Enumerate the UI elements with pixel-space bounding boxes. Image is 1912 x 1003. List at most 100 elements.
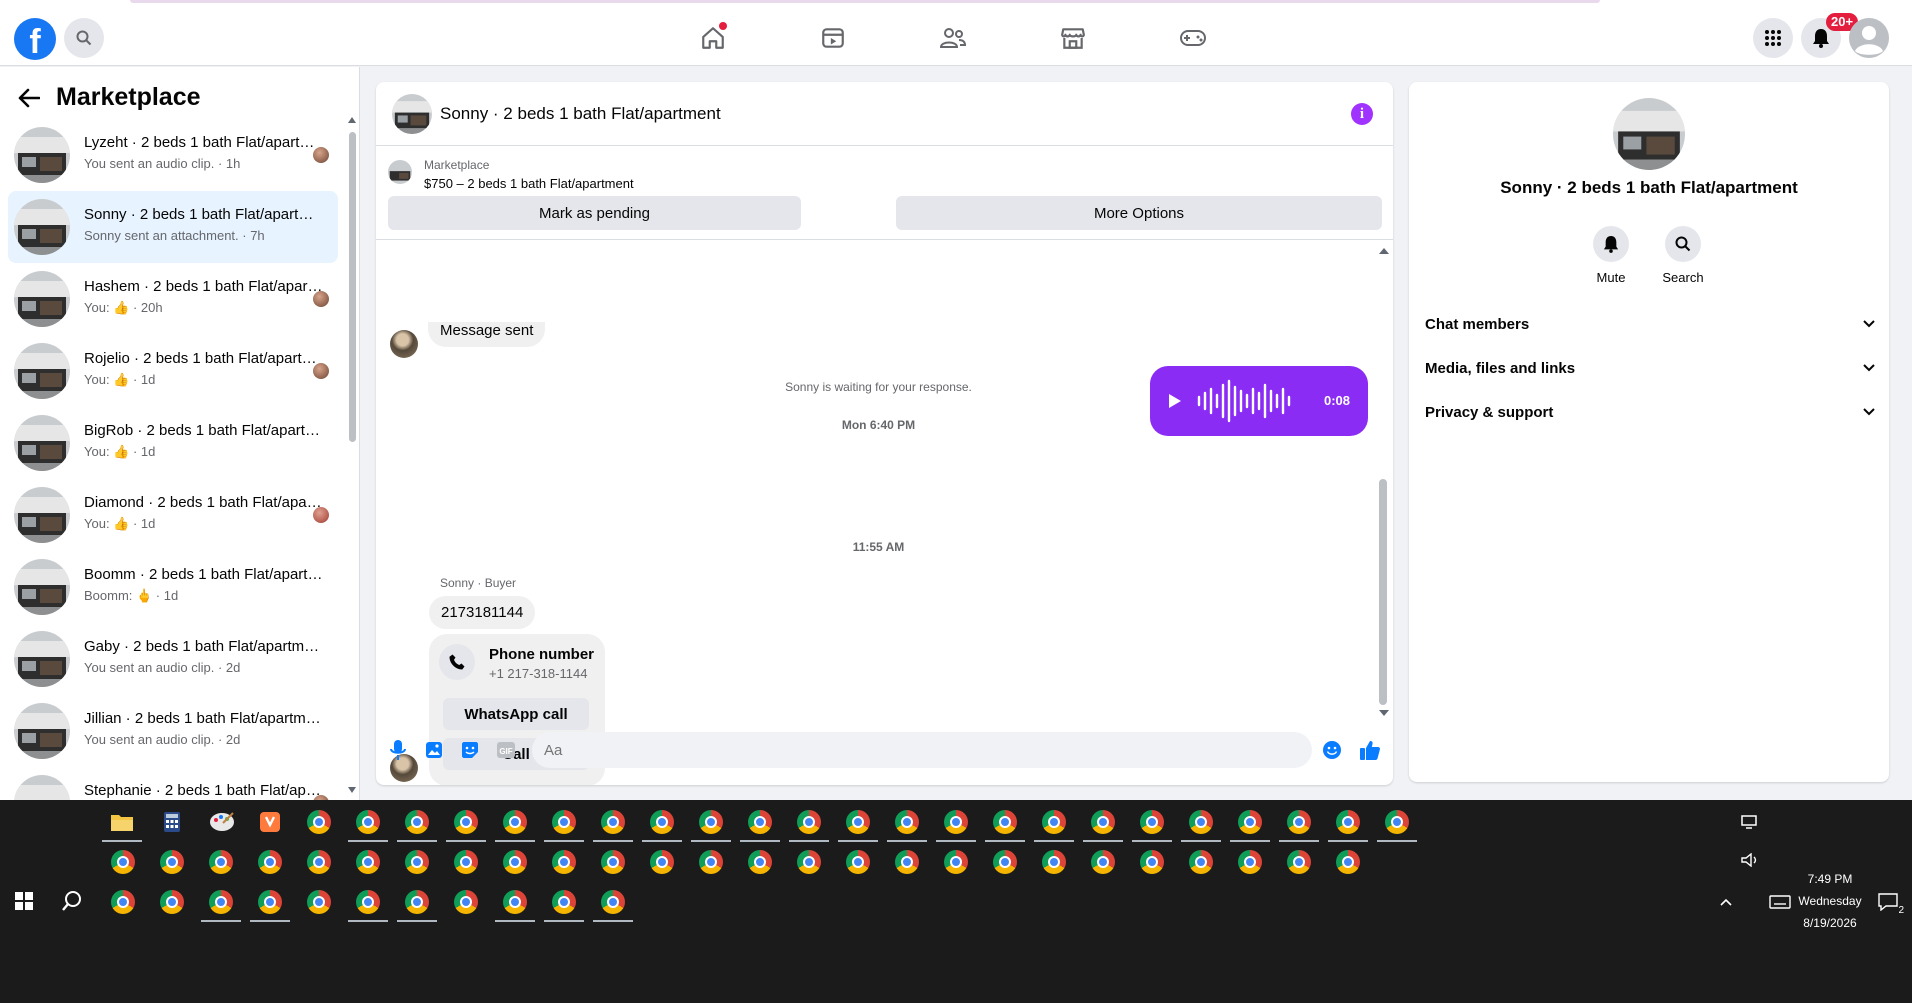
- facebook-logo[interactable]: f: [14, 18, 56, 60]
- chrome-taskbar-icon[interactable]: [401, 846, 433, 878]
- chrome-taskbar-icon[interactable]: [1230, 806, 1270, 842]
- conversation-item[interactable]: Lyzeht · 2 beds 1 bath Flat/apartment Yo…: [8, 119, 338, 191]
- show-hidden-icons-button[interactable]: [1710, 886, 1742, 918]
- chrome-taskbar-icon[interactable]: [597, 846, 629, 878]
- chrome-taskbar-icon[interactable]: [1083, 806, 1123, 842]
- chrome-taskbar-icon[interactable]: [450, 886, 482, 918]
- start-button[interactable]: [8, 885, 40, 917]
- conversation-item-active[interactable]: Sonny · 2 beds 1 bath Flat/apartment Son…: [8, 191, 338, 263]
- search-action[interactable]: Search: [1653, 226, 1713, 285]
- chrome-taskbar-icon[interactable]: [1328, 806, 1368, 842]
- chrome-taskbar-icon[interactable]: [1332, 846, 1364, 878]
- chat-listing-thumbnail[interactable]: [392, 94, 432, 134]
- attach-photo-button[interactable]: [422, 738, 446, 762]
- conversation-item[interactable]: BigRob · 2 beds 1 bath Flat/apartment Yo…: [8, 407, 338, 479]
- chrome-taskbar-icon[interactable]: [695, 846, 727, 878]
- chrome-taskbar-icon[interactable]: [107, 886, 139, 918]
- chrome-taskbar-icon[interactable]: [548, 846, 580, 878]
- network-tray-icon[interactable]: [1734, 806, 1766, 838]
- account-button[interactable]: [1849, 18, 1889, 58]
- app-taskbar-icon[interactable]: [254, 806, 286, 838]
- chrome-taskbar-icon[interactable]: [1132, 806, 1172, 842]
- scroll-down-arrow-icon[interactable]: [348, 787, 356, 793]
- conversation-item[interactable]: Diamond · 2 beds 1 bath Flat/apartment Y…: [8, 479, 338, 551]
- chrome-taskbar-icon[interactable]: [303, 886, 335, 918]
- chrome-taskbar-icon[interactable]: [352, 846, 384, 878]
- conversation-item[interactable]: Boomm · 2 beds 1 bath Flat/apartment Boo…: [8, 551, 338, 623]
- chrome-taskbar-icon[interactable]: [250, 886, 290, 922]
- paint-taskbar-icon[interactable]: [206, 806, 238, 838]
- chat-scroll-down-icon[interactable]: [1379, 710, 1389, 716]
- chrome-taskbar-icon[interactable]: [201, 886, 241, 922]
- scroll-up-arrow-icon[interactable]: [348, 117, 356, 123]
- chrome-taskbar-icon[interactable]: [842, 846, 874, 878]
- nav-marketplace-button[interactable]: [1055, 20, 1091, 56]
- chrome-taskbar-icon[interactable]: [156, 886, 188, 918]
- message-input[interactable]: [532, 732, 1312, 768]
- chrome-taskbar-icon[interactable]: [1181, 806, 1221, 842]
- listing-title[interactable]: $750 – 2 beds 1 bath Flat/apartment: [424, 176, 634, 191]
- chrome-taskbar-icon[interactable]: [838, 806, 878, 842]
- conversation-item[interactable]: Jillian · 2 beds 1 bath Flat/apartment Y…: [8, 695, 338, 767]
- chrome-taskbar-icon[interactable]: [1136, 846, 1168, 878]
- gif-button[interactable]: GIF: [494, 738, 518, 762]
- calculator-taskbar-icon[interactable]: [156, 806, 188, 838]
- sticker-button[interactable]: [458, 738, 482, 762]
- chrome-taskbar-icon[interactable]: [1283, 846, 1315, 878]
- chrome-taskbar-icon[interactable]: [887, 806, 927, 842]
- play-icon[interactable]: [1168, 393, 1182, 409]
- section-media-files-links[interactable]: Media, files and links: [1425, 350, 1875, 386]
- taskbar-search-button[interactable]: [56, 885, 88, 917]
- chrome-taskbar-icon[interactable]: [989, 846, 1021, 878]
- menu-button[interactable]: [1753, 18, 1793, 58]
- like-send-button[interactable]: [1358, 738, 1382, 762]
- chrome-taskbar-icon[interactable]: [156, 846, 188, 878]
- search-button[interactable]: [64, 18, 104, 58]
- chrome-taskbar-icon[interactable]: [1377, 806, 1417, 842]
- chrome-taskbar-icon[interactable]: [1279, 806, 1319, 842]
- nav-home-button[interactable]: [695, 20, 731, 56]
- more-options-button[interactable]: More Options: [896, 196, 1382, 230]
- chrome-taskbar-icon[interactable]: [495, 886, 535, 922]
- chrome-taskbar-icon[interactable]: [744, 846, 776, 878]
- chrome-taskbar-icon[interactable]: [495, 806, 535, 842]
- sidebar-scrollbar[interactable]: [349, 132, 356, 442]
- chrome-taskbar-icon[interactable]: [940, 846, 972, 878]
- chat-scroll-up-icon[interactable]: [1379, 248, 1389, 254]
- section-chat-members[interactable]: Chat members: [1425, 306, 1875, 342]
- chrome-taskbar-icon[interactable]: [303, 806, 335, 838]
- file-explorer-taskbar-icon[interactable]: [102, 806, 142, 842]
- chrome-taskbar-icon[interactable]: [446, 806, 486, 842]
- nav-friends-button[interactable]: [935, 20, 971, 56]
- volume-tray-icon[interactable]: [1734, 844, 1766, 876]
- chrome-taskbar-icon[interactable]: [450, 846, 482, 878]
- chrome-taskbar-icon[interactable]: [985, 806, 1025, 842]
- emoji-button[interactable]: [1320, 738, 1344, 762]
- chrome-taskbar-icon[interactable]: [544, 806, 584, 842]
- chrome-taskbar-icon[interactable]: [499, 846, 531, 878]
- voice-clip-button[interactable]: [386, 738, 410, 762]
- chrome-taskbar-icon[interactable]: [740, 806, 780, 842]
- chrome-taskbar-icon[interactable]: [107, 846, 139, 878]
- nav-video-button[interactable]: [815, 20, 851, 56]
- mute-action[interactable]: Mute: [1581, 226, 1641, 285]
- mark-as-pending-button[interactable]: Mark as pending: [388, 196, 801, 230]
- chrome-taskbar-icon[interactable]: [936, 806, 976, 842]
- chrome-taskbar-icon[interactable]: [1034, 806, 1074, 842]
- action-center-button[interactable]: 2: [1872, 886, 1904, 918]
- chrome-taskbar-icon[interactable]: [789, 806, 829, 842]
- nav-gaming-button[interactable]: [1175, 20, 1211, 56]
- mute-button[interactable]: [1593, 226, 1629, 262]
- chrome-taskbar-icon[interactable]: [397, 806, 437, 842]
- conversation-item[interactable]: Stephanie · 2 beds 1 bath Flat/apartment: [8, 767, 338, 800]
- chrome-taskbar-icon[interactable]: [544, 886, 584, 922]
- chat-scrollbar[interactable]: [1379, 479, 1387, 705]
- chrome-taskbar-icon[interactable]: [254, 846, 286, 878]
- chrome-taskbar-icon[interactable]: [303, 846, 335, 878]
- clock-time[interactable]: 7:49 PM: [1790, 872, 1870, 886]
- audio-message[interactable]: 0:08: [1150, 366, 1368, 436]
- back-arrow-icon[interactable]: [18, 88, 40, 108]
- chrome-taskbar-icon[interactable]: [793, 846, 825, 878]
- chrome-taskbar-icon[interactable]: [593, 806, 633, 842]
- chrome-taskbar-icon[interactable]: [1234, 846, 1266, 878]
